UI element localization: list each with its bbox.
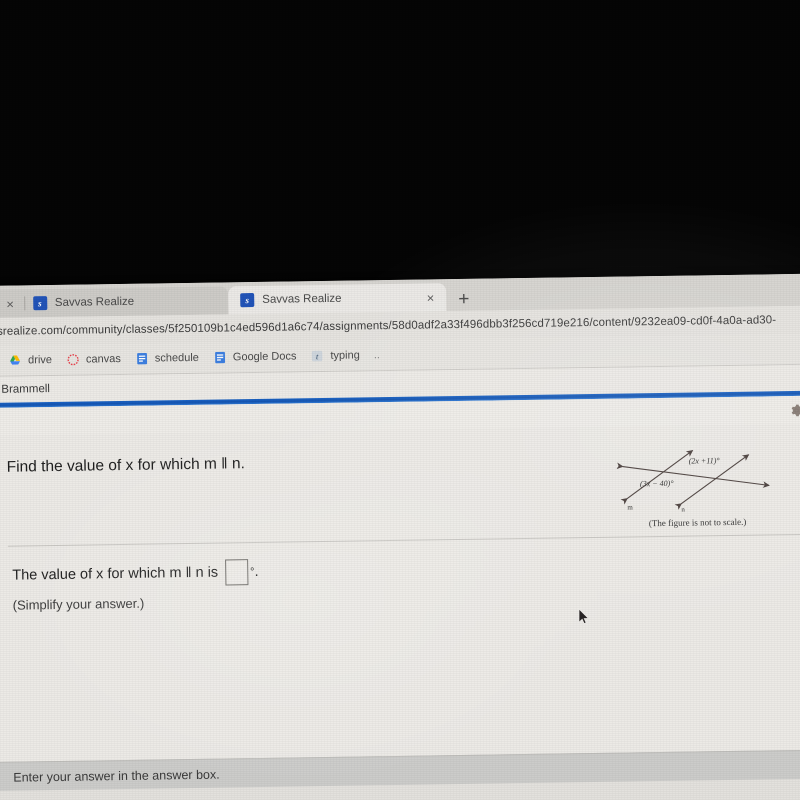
typing-icon: t	[312, 350, 323, 362]
browser-tab-2[interactable]: s Savvas Realize ×	[228, 283, 447, 315]
bookmark-label: typing	[330, 349, 360, 362]
bookmark-label: Google Docs	[232, 350, 297, 364]
bookmark-google-docs[interactable]: Google Docs	[213, 349, 297, 364]
question-row: Find the value of x for which m ‖ n. m n…	[6, 424, 800, 538]
savvas-favicon: s	[240, 293, 255, 308]
google-drive-icon	[10, 355, 21, 365]
canvas-icon	[67, 354, 79, 366]
bookmark-drive[interactable]: drive	[8, 353, 52, 368]
bookmark-canvas[interactable]: canvas	[66, 352, 121, 367]
status-message: Enter your answer in the answer box.	[13, 767, 220, 785]
tab-divider	[23, 296, 25, 311]
tab-title: Savvas Realize	[262, 292, 342, 306]
browser-window: × s Savvas Realize s Savvas Realize × + …	[0, 273, 800, 800]
url-text: vasrealize.com/community/classes/5f25010…	[0, 314, 777, 339]
tab-close-icon[interactable]: ×	[425, 290, 437, 305]
document-icon	[136, 353, 147, 365]
bookmark-typing[interactable]: t typing	[310, 348, 360, 363]
exercise-content: Find the value of x for which m ‖ n. m n…	[0, 423, 800, 800]
new-tab-button[interactable]: +	[446, 289, 481, 312]
bookmark-schedule[interactable]: schedule	[135, 351, 199, 366]
document-icon	[214, 351, 225, 364]
answer-period: .	[254, 563, 259, 581]
geometry-figure: m n (3x − 40)° (2x +11)° (The figure is …	[616, 440, 777, 528]
bookmark-label: schedule	[154, 351, 199, 365]
angle-label-2x-plus-11: (2x +11)°	[689, 456, 721, 465]
savvas-favicon: s	[32, 296, 47, 311]
breadcrumb: t 3- Brammell	[0, 383, 50, 396]
parallel-lines-diagram: m n (3x − 40)° (2x +11)°	[616, 450, 770, 514]
label-m: m	[627, 503, 633, 511]
bookmarks-overflow[interactable]: ..	[374, 349, 380, 361]
bookmark-label: drive	[28, 354, 53, 367]
answer-input[interactable]	[224, 559, 249, 586]
question-text: Find the value of x for which m ‖ n.	[6, 455, 245, 476]
gear-icon[interactable]	[789, 402, 800, 417]
bookmark-label: canvas	[85, 353, 121, 366]
tab-close-icon[interactable]: ×	[4, 296, 16, 311]
browser-tab-1[interactable]: × s Savvas Realize	[0, 286, 229, 318]
angle-label-3x-minus-40: (3x − 40)°	[640, 479, 674, 489]
photo-of-laptop-screen: × s Savvas Realize s Savvas Realize × + …	[0, 0, 800, 800]
answer-prompt: The value of x for which m ‖ n is	[12, 564, 219, 584]
label-n: n	[681, 506, 685, 513]
tab-title: Savvas Realize	[54, 295, 135, 309]
figure-caption: (The figure is not to scale.)	[648, 516, 747, 529]
